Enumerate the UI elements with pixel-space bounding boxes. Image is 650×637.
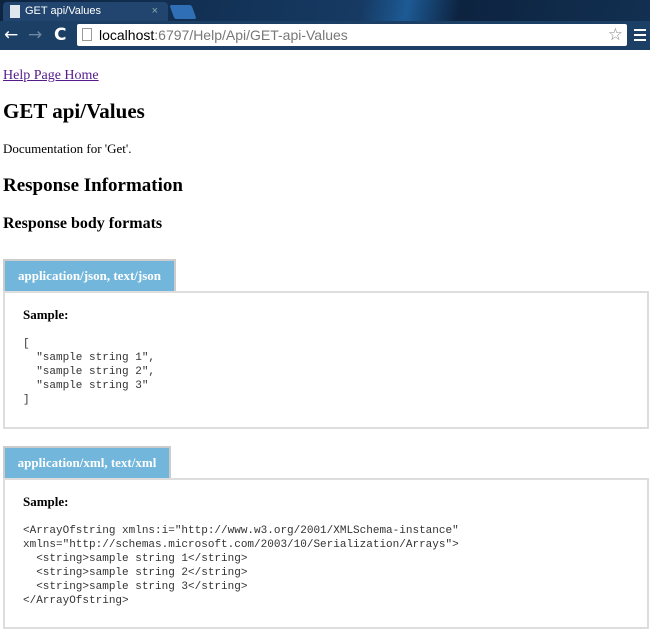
format-tab-xml[interactable]: application/xml, text/xml: [3, 446, 171, 479]
bookmark-star-icon[interactable]: ☆: [608, 24, 623, 46]
reload-icon[interactable]: C: [54, 25, 66, 45]
forward-icon[interactable]: →: [28, 25, 42, 45]
sample-label: Sample:: [23, 307, 629, 323]
sample-code: <ArrayOfstring xmlns:i="http://www.w3.or…: [23, 524, 629, 608]
url-host: localhost: [99, 27, 154, 43]
sample-box-xml: Sample: <ArrayOfstring xmlns:i="http://w…: [3, 478, 649, 629]
sample-box-json: Sample: [ "sample string 1", "sample str…: [3, 291, 649, 429]
response-heading: Response Information: [3, 175, 183, 197]
toolbar: ← → C localhost:6797/Help/Api/GET-api-Va…: [0, 21, 650, 50]
description: Documentation for 'Get'.: [3, 141, 132, 157]
format-tab-json[interactable]: application/json, text/json: [3, 259, 176, 292]
tab-title: GET api/Values: [25, 5, 101, 17]
page-icon: [82, 28, 92, 41]
address-bar[interactable]: localhost:6797/Help/Api/GET-api-Values ☆: [77, 24, 627, 46]
page-favicon-icon: [10, 5, 20, 18]
sample-code: [ "sample string 1", "sample string 2", …: [23, 337, 629, 407]
url-path: :6797/Help/Api/GET-api-Values: [154, 27, 348, 43]
browser-chrome: GET api/Values × ← → C localhost:6797/He…: [0, 0, 650, 50]
menu-icon[interactable]: [634, 29, 646, 44]
sample-label: Sample:: [23, 494, 629, 510]
page-title: GET api/Values: [3, 99, 145, 124]
formats-heading: Response body formats: [3, 215, 162, 233]
help-page-home-link[interactable]: Help Page Home: [3, 68, 99, 83]
new-tab-button[interactable]: [169, 5, 196, 19]
browser-tab[interactable]: GET api/Values ×: [3, 2, 168, 21]
close-tab-icon[interactable]: ×: [152, 2, 158, 21]
back-icon[interactable]: ←: [4, 25, 18, 45]
